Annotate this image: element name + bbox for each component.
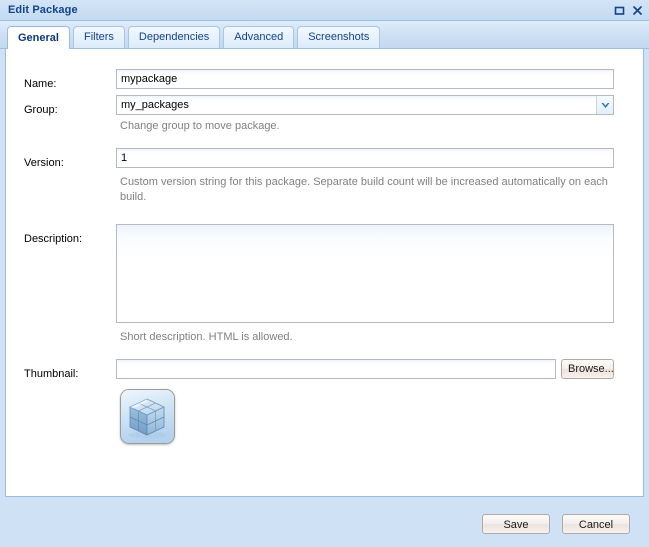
- tab-filters-label: Filters: [83, 31, 114, 43]
- dialog-footer: Save Cancel: [0, 497, 649, 547]
- tab-bar: General Filters Dependencies Advanced Sc…: [0, 21, 649, 49]
- edit-package-window: Edit Package General Filters Dependencie…: [0, 0, 649, 547]
- tab-filters[interactable]: Filters: [72, 26, 125, 48]
- group-select-value[interactable]: [116, 95, 614, 115]
- maximize-icon[interactable]: [612, 3, 627, 17]
- version-input[interactable]: [116, 148, 614, 168]
- browse-button[interactable]: Browse...: [561, 359, 614, 379]
- description-textarea[interactable]: [116, 224, 614, 323]
- group-label: Group:: [24, 104, 58, 116]
- window-controls: [612, 3, 645, 17]
- group-hint: Change group to move package.: [120, 120, 280, 132]
- close-icon[interactable]: [630, 3, 645, 17]
- description-hint: Short description. HTML is allowed.: [120, 331, 293, 343]
- tab-advanced-label: Advanced: [234, 31, 284, 43]
- thumbnail-input[interactable]: [116, 359, 556, 379]
- thumbnail-preview[interactable]: [120, 389, 175, 444]
- tab-screenshots-label: Screenshots: [308, 31, 370, 43]
- tab-dependencies-label: Dependencies: [138, 31, 210, 43]
- window-title: Edit Package: [8, 4, 78, 16]
- window-titlebar: Edit Package: [0, 0, 649, 21]
- name-label: Name:: [24, 78, 57, 90]
- general-tab-panel: Name: Group: Change group to move packag…: [5, 49, 644, 497]
- tab-advanced[interactable]: Advanced: [223, 26, 295, 48]
- package-cube-icon: [121, 390, 174, 443]
- thumbnail-label: Thumbnail:: [24, 368, 79, 380]
- version-hint: Custom version string for this package. …: [120, 176, 608, 203]
- tab-general[interactable]: General: [7, 26, 70, 49]
- tab-screenshots[interactable]: Screenshots: [297, 26, 381, 48]
- chevron-down-icon[interactable]: [596, 96, 613, 114]
- save-button[interactable]: Save: [482, 514, 550, 534]
- version-label: Version:: [24, 157, 64, 169]
- description-label: Description:: [24, 233, 83, 245]
- cancel-button[interactable]: Cancel: [562, 514, 630, 534]
- tab-general-label: General: [18, 32, 59, 44]
- name-input[interactable]: [116, 69, 614, 89]
- tab-dependencies[interactable]: Dependencies: [127, 26, 221, 48]
- group-select[interactable]: [116, 95, 614, 115]
